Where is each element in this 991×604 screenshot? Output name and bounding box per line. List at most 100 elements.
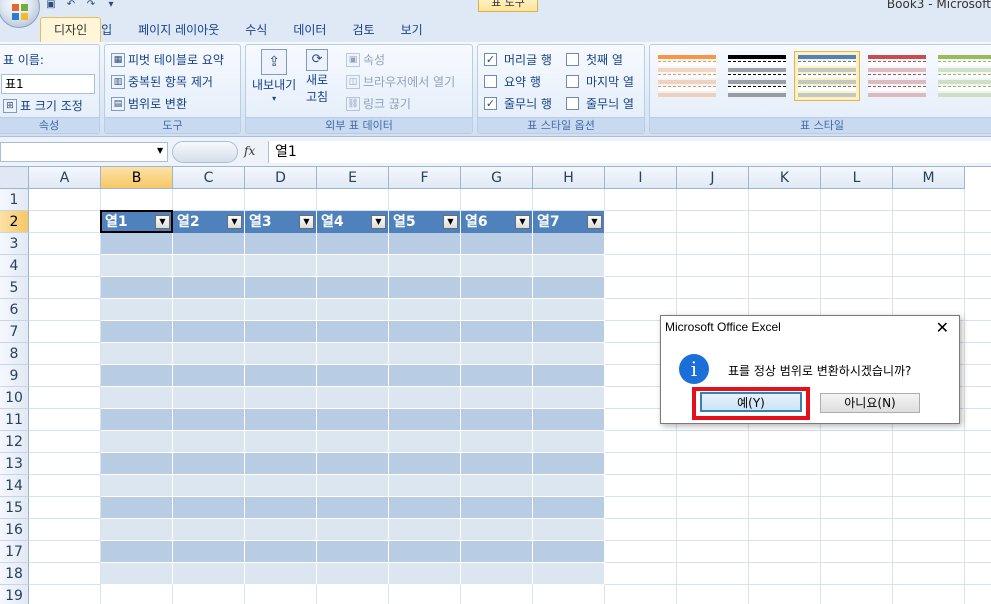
table-cell[interactable] — [245, 387, 317, 409]
table-cell[interactable] — [461, 387, 533, 409]
table-cell[interactable] — [317, 475, 389, 497]
pivot-summary-button[interactable]: ▦ 피벗 테이블로 요약 — [111, 51, 224, 68]
table-cell[interactable] — [101, 299, 173, 321]
table-cell[interactable] — [461, 255, 533, 277]
table-cell[interactable] — [533, 277, 605, 299]
row-header-2[interactable]: 2 — [0, 211, 29, 233]
name-box[interactable] — [0, 142, 168, 162]
table-cell[interactable] — [317, 409, 389, 431]
table-cell[interactable] — [173, 387, 245, 409]
table-cell[interactable] — [461, 365, 533, 387]
table-cell[interactable] — [389, 497, 461, 519]
table-cell[interactable] — [461, 453, 533, 475]
table-cell[interactable] — [533, 233, 605, 255]
table-cell[interactable] — [101, 387, 173, 409]
table-cell[interactable] — [317, 255, 389, 277]
table-cell[interactable] — [101, 409, 173, 431]
row-header-16[interactable]: 16 — [0, 519, 29, 541]
table-cell[interactable] — [245, 409, 317, 431]
tab-design[interactable]: 디자인 — [40, 17, 102, 42]
table-cell[interactable] — [101, 453, 173, 475]
table-cell[interactable] — [173, 255, 245, 277]
table-cell[interactable] — [533, 365, 605, 387]
first-column-checkbox[interactable]: 첫째 열 — [566, 51, 623, 68]
table-cell[interactable] — [101, 475, 173, 497]
table-cell[interactable] — [461, 431, 533, 453]
table-cell[interactable] — [533, 497, 605, 519]
open-in-browser-button[interactable]: ◫ 브라우저에서 열기 — [346, 73, 455, 90]
table-cell[interactable] — [173, 475, 245, 497]
row-header-3[interactable]: 3 — [0, 233, 29, 255]
table-header-cell[interactable]: 열3 ▼ — [245, 211, 317, 233]
table-header-cell[interactable]: 열4 ▼ — [317, 211, 389, 233]
table-cell[interactable] — [173, 343, 245, 365]
table-cell[interactable] — [173, 321, 245, 343]
table-cell[interactable] — [389, 519, 461, 541]
table-cell[interactable] — [245, 299, 317, 321]
row-header-14[interactable]: 14 — [0, 475, 29, 497]
table-cell[interactable] — [389, 233, 461, 255]
insert-function-icon[interactable]: fx — [244, 144, 255, 158]
table-cell[interactable] — [389, 431, 461, 453]
column-header-e[interactable]: E — [317, 167, 389, 189]
table-cell[interactable] — [533, 541, 605, 563]
table-cell[interactable] — [245, 365, 317, 387]
header-row-checkbox[interactable]: ✓ 머리글 행 — [484, 51, 552, 68]
column-header-c[interactable]: C — [173, 167, 245, 189]
formula-bar-divider[interactable] — [172, 141, 238, 163]
column-header-b[interactable]: B — [101, 167, 173, 189]
table-cell[interactable] — [533, 321, 605, 343]
table-cell[interactable] — [317, 453, 389, 475]
table-cell[interactable] — [317, 365, 389, 387]
row-header-11[interactable]: 11 — [0, 409, 29, 431]
table-cell[interactable] — [173, 233, 245, 255]
column-header-a[interactable]: A — [29, 167, 101, 189]
table-cell[interactable] — [245, 277, 317, 299]
table-cell[interactable] — [533, 387, 605, 409]
select-all-corner[interactable] — [0, 167, 29, 189]
table-cell[interactable] — [245, 475, 317, 497]
total-row-checkbox[interactable]: 요약 행 — [484, 73, 541, 90]
table-cell[interactable] — [317, 343, 389, 365]
table-cell[interactable] — [533, 563, 605, 585]
table-cell[interactable] — [461, 541, 533, 563]
table-cell[interactable] — [245, 563, 317, 585]
table-cell[interactable] — [461, 497, 533, 519]
column-header-i[interactable]: I — [605, 167, 677, 189]
table-header-cell[interactable]: 열2 ▼ — [173, 211, 245, 233]
filter-dropdown-icon[interactable]: ▼ — [299, 215, 314, 229]
table-cell[interactable] — [173, 299, 245, 321]
row-header-19[interactable]: 19 — [0, 585, 29, 604]
filter-dropdown-icon[interactable]: ▼ — [515, 215, 530, 229]
table-cell[interactable] — [173, 409, 245, 431]
table-cell[interactable] — [101, 321, 173, 343]
row-header-10[interactable]: 10 — [0, 387, 29, 409]
table-cell[interactable] — [389, 541, 461, 563]
banded-rows-checkbox[interactable]: ✓ 줄무늬 행 — [484, 95, 552, 112]
table-cell[interactable] — [461, 409, 533, 431]
table-cell[interactable] — [101, 541, 173, 563]
table-cell[interactable] — [101, 233, 173, 255]
table-cell[interactable] — [173, 541, 245, 563]
table-cell[interactable] — [101, 255, 173, 277]
table-cell[interactable] — [317, 387, 389, 409]
table-cell[interactable] — [461, 321, 533, 343]
table-cell[interactable] — [389, 453, 461, 475]
table-cell[interactable] — [317, 277, 389, 299]
row-header-18[interactable]: 18 — [0, 563, 29, 585]
table-cell[interactable] — [389, 365, 461, 387]
column-header-f[interactable]: F — [389, 167, 461, 189]
table-cell[interactable] — [389, 321, 461, 343]
table-cell[interactable] — [101, 343, 173, 365]
table-cell[interactable] — [533, 431, 605, 453]
table-cell[interactable] — [173, 431, 245, 453]
table-cell[interactable] — [533, 519, 605, 541]
table-cell[interactable] — [461, 519, 533, 541]
filter-dropdown-icon[interactable]: ▼ — [227, 215, 242, 229]
resize-table-button[interactable]: ⊞ 표 크기 조정 — [3, 97, 83, 114]
row-header-13[interactable]: 13 — [0, 453, 29, 475]
tab-review[interactable]: 검토 — [339, 18, 387, 42]
row-header-5[interactable]: 5 — [0, 277, 29, 299]
table-header-cell[interactable]: 열7 ▼ — [533, 211, 605, 233]
no-button[interactable]: 아니요(N) — [820, 393, 920, 413]
